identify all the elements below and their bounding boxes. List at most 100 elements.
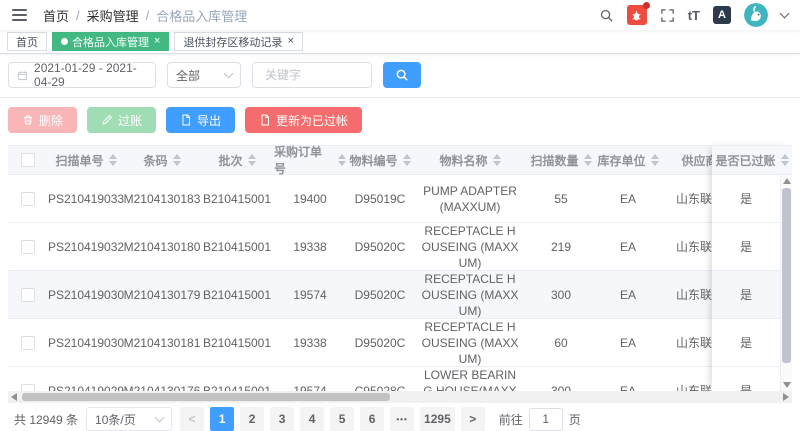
cell-material-no: D95020C: [346, 319, 414, 366]
column-header-batch[interactable]: 批次: [200, 146, 274, 174]
page-buttons: < 1 2 3 4 5 6 ••• 1295 >: [180, 407, 485, 431]
hamburger-icon[interactable]: [10, 7, 29, 23]
cell-unit: EA: [596, 319, 660, 366]
breadcrumb-purchase-mgmt[interactable]: 采购管理: [87, 6, 139, 25]
cell-posted: 是: [712, 319, 780, 367]
row-checkbox[interactable]: [21, 384, 35, 392]
scroll-down-arrow-icon[interactable]: [783, 382, 791, 388]
post-button[interactable]: 过账: [87, 107, 156, 133]
top-navbar: 首页 / 采购管理 / 合格品入库管理 tT A: [0, 0, 800, 30]
scroll-up-arrow-icon[interactable]: [783, 178, 791, 184]
cell-scan-qty: 300: [526, 271, 596, 318]
search-icon[interactable]: [599, 8, 614, 23]
sort-icon[interactable]: [584, 154, 592, 166]
sort-icon[interactable]: [248, 154, 256, 166]
close-icon[interactable]: ×: [287, 36, 293, 47]
more-pages-button[interactable]: •••: [390, 407, 414, 431]
error-log-button[interactable]: [627, 5, 647, 25]
horizontal-scroll-thumb[interactable]: [22, 393, 390, 401]
page-button-6[interactable]: 6: [360, 407, 384, 431]
cell-unit: EA: [596, 271, 660, 318]
cell-scan-no: PS210419033: [48, 175, 124, 222]
cell-material-name: RECEPTACLE HOUSEING (MAXXUM): [414, 319, 526, 366]
cell-batch: B210415001: [200, 367, 274, 391]
column-header-material-name[interactable]: 物料名称: [414, 146, 526, 174]
cell-material-name: PUMP ADAPTER (MAXXUM): [414, 175, 526, 222]
scroll-right-arrow-icon[interactable]: [783, 393, 789, 401]
breadcrumb-separator: /: [76, 8, 80, 23]
avatar[interactable]: [744, 3, 768, 27]
table-row: PS210419033 M2104130183 B210415001 19400…: [8, 175, 752, 223]
fullscreen-icon[interactable]: [660, 8, 675, 23]
sort-icon[interactable]: [338, 154, 346, 166]
column-header-barcode[interactable]: 条码: [124, 146, 200, 174]
cell-material-name: RECEPTACLE HOUSEING (MAXXUM): [414, 271, 526, 318]
goto-page-input[interactable]: [529, 408, 563, 431]
language-icon[interactable]: A: [713, 6, 731, 24]
vertical-scrollbar[interactable]: [780, 175, 792, 391]
cell-po-no: 19574: [274, 271, 346, 318]
scroll-left-arrow-icon[interactable]: [11, 393, 17, 401]
cell-scan-qty: 300: [526, 367, 596, 391]
sort-icon[interactable]: [781, 154, 789, 166]
page-button-2[interactable]: 2: [240, 407, 264, 431]
column-header-posted[interactable]: 是否已过账: [712, 145, 792, 175]
page-button-5[interactable]: 5: [330, 407, 354, 431]
column-header-scan-no[interactable]: 扫描单号: [48, 146, 124, 174]
sort-icon[interactable]: [651, 154, 659, 166]
tab-home[interactable]: 首页: [7, 32, 47, 51]
type-select-value: 全部: [176, 67, 200, 84]
search-button[interactable]: [383, 62, 421, 88]
font-size-icon[interactable]: tT: [688, 8, 700, 23]
vertical-scroll-thumb[interactable]: [782, 188, 791, 363]
column-header-material-no[interactable]: 物料编号: [346, 146, 414, 174]
page-button-1[interactable]: 1: [210, 407, 234, 431]
column-header-scan-qty[interactable]: 扫描数量: [526, 146, 596, 174]
breadcrumb-separator: /: [146, 8, 150, 23]
column-header-po-no[interactable]: 采购订单号: [274, 146, 346, 174]
chevron-down-icon[interactable]: [780, 8, 790, 18]
prev-page-button[interactable]: <: [180, 407, 204, 431]
bug-icon: [630, 9, 643, 22]
cell-barcode: M2104130176: [124, 367, 200, 391]
tab-label: 首页: [16, 34, 38, 50]
next-page-button[interactable]: >: [461, 407, 485, 431]
update-posted-button[interactable]: 更新为已过帐: [245, 107, 362, 133]
close-icon[interactable]: ×: [154, 36, 160, 47]
select-all-checkbox[interactable]: [21, 153, 35, 167]
delete-button[interactable]: 删除: [8, 107, 77, 133]
row-checkbox[interactable]: [21, 288, 35, 302]
document-icon: [259, 114, 271, 126]
sort-icon[interactable]: [403, 154, 411, 166]
page-size-select[interactable]: 10条/页: [86, 407, 172, 431]
page-button-3[interactable]: 3: [270, 407, 294, 431]
tags-view-bar: 首页 合格品入库管理 × 退供封存区移动记录 ×: [0, 30, 800, 54]
page-button-4[interactable]: 4: [300, 407, 324, 431]
table-row: PS210419030 M2104130181 B210415001 19338…: [8, 319, 752, 367]
cell-scan-no: PS210419029: [48, 367, 124, 391]
total-count: 共 12949 条: [14, 411, 78, 428]
button-label: 导出: [197, 112, 221, 129]
tab-return-seal-records[interactable]: 退供封存区移动记录 ×: [174, 32, 302, 51]
column-header-unit[interactable]: 库存单位: [596, 146, 660, 174]
type-select[interactable]: 全部: [167, 62, 241, 88]
button-label: 过账: [118, 112, 142, 129]
keyword-input[interactable]: [263, 67, 361, 83]
export-button[interactable]: 导出: [166, 107, 235, 133]
sort-icon[interactable]: [109, 154, 117, 166]
action-toolbar: 删除 过账 导出 更新为已过帐: [0, 98, 800, 141]
horizontal-scrollbar[interactable]: [8, 391, 792, 403]
row-checkbox[interactable]: [21, 336, 35, 350]
cell-scan-no: PS210419030: [48, 319, 124, 366]
page-button-last[interactable]: 1295: [420, 407, 455, 431]
cell-batch: B210415001: [200, 223, 274, 270]
sort-icon[interactable]: [493, 154, 501, 166]
breadcrumb-home[interactable]: 首页: [43, 6, 69, 25]
sort-icon[interactable]: [173, 154, 181, 166]
row-checkbox[interactable]: [21, 240, 35, 254]
date-range-picker[interactable]: 2021-01-29 - 2021-04-29: [8, 62, 156, 88]
row-checkbox[interactable]: [21, 192, 35, 206]
cell-material-name: RECEPTACLE HOUSEING (MAXXUM): [414, 223, 526, 270]
tab-qualified-inbound[interactable]: 合格品入库管理 ×: [52, 32, 169, 51]
goto-unit: 页: [569, 411, 581, 428]
